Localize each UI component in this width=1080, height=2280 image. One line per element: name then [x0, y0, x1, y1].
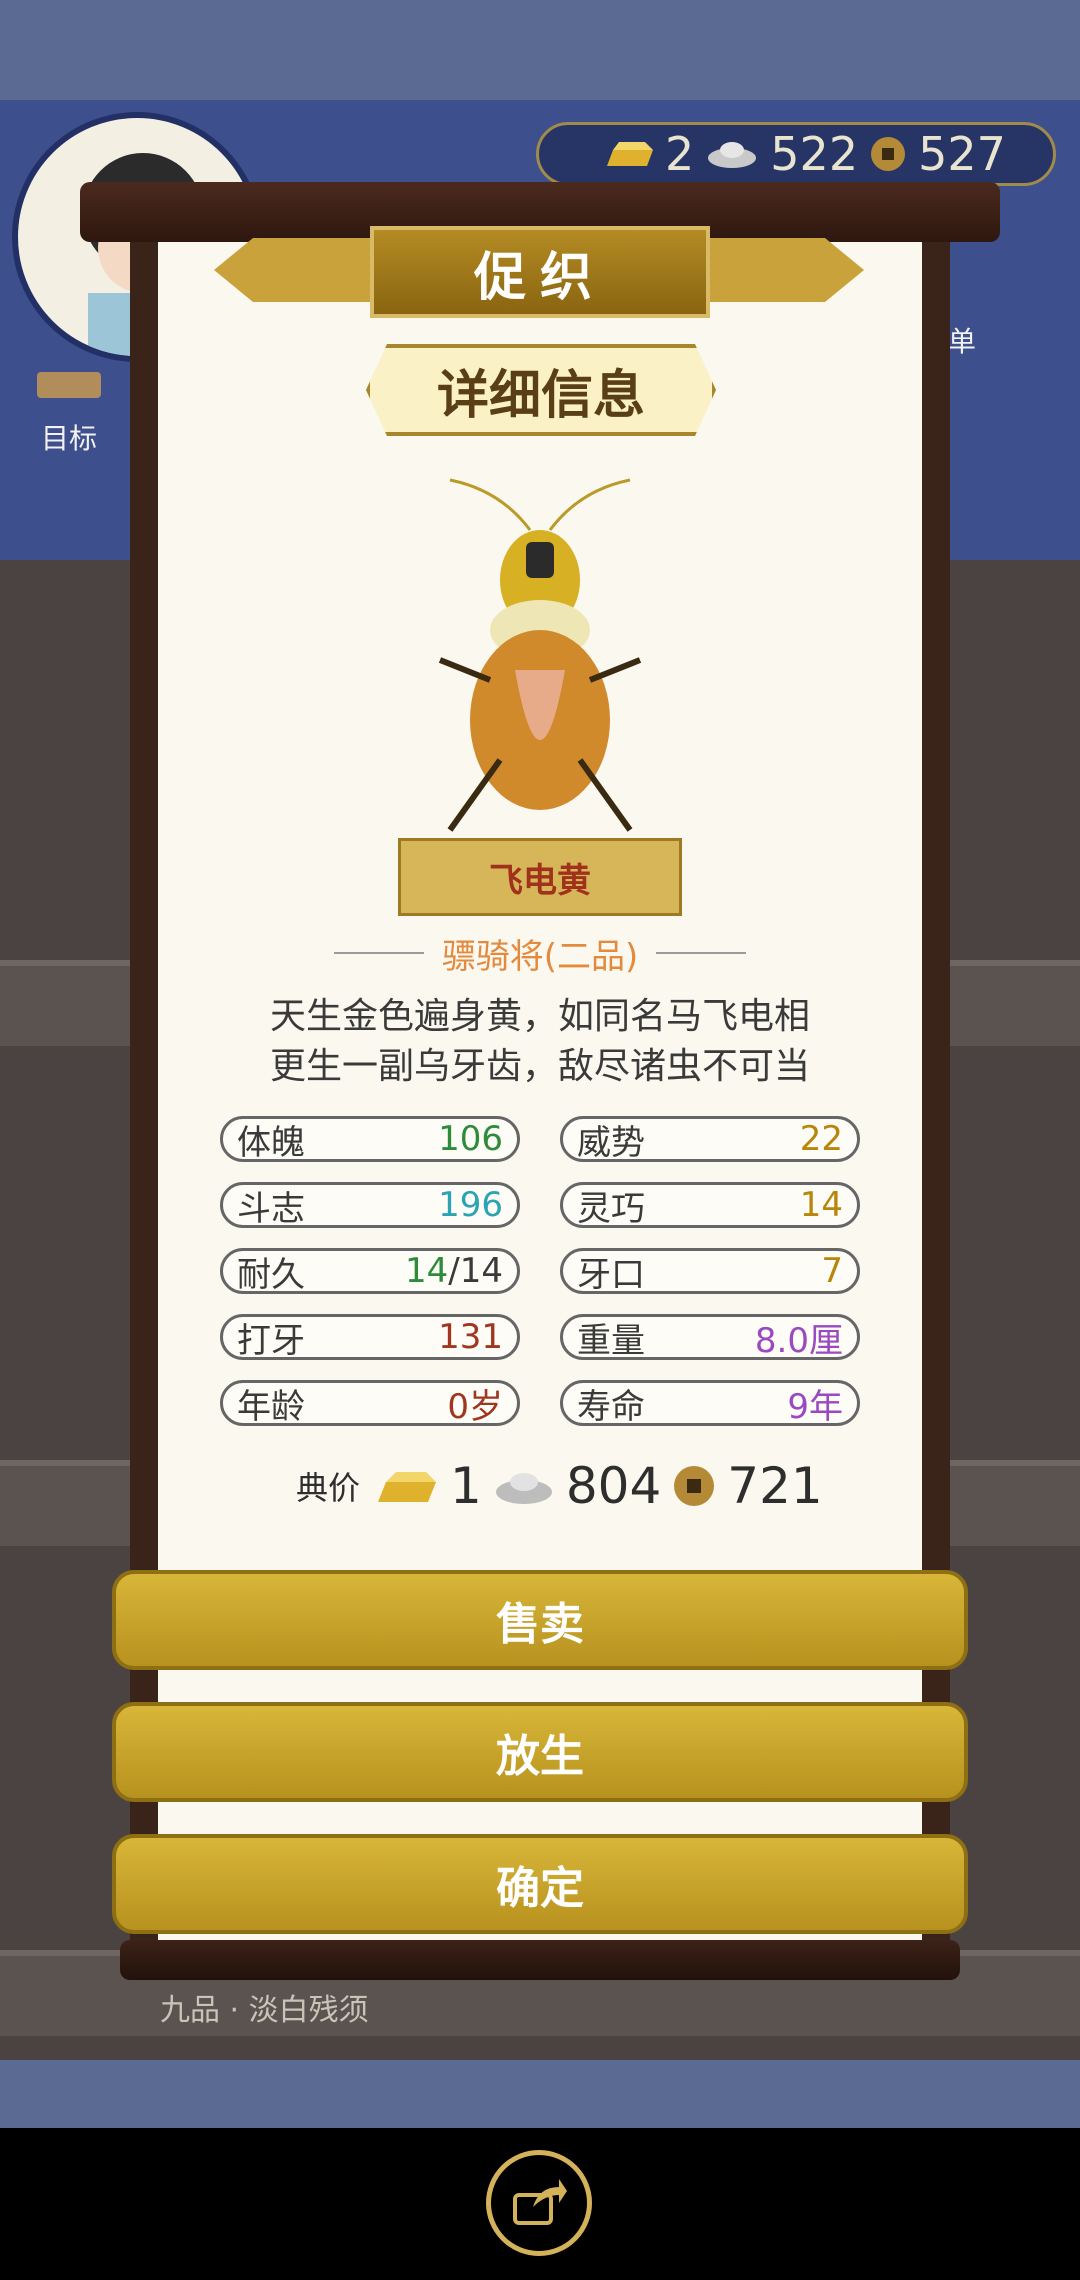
stat-label: 打牙	[237, 1320, 305, 1361]
stat-label: 寿命	[577, 1386, 645, 1427]
share-button[interactable]	[486, 2150, 592, 2256]
stat-label: 威势	[577, 1122, 645, 1163]
stat-weight: 重量 8.0厘	[560, 1314, 860, 1361]
cricket-name-plate: 飞电黄	[398, 838, 682, 916]
shelf-caption: 九品 · 淡白残须	[160, 1993, 369, 2028]
price-silver: 804	[565, 1457, 662, 1515]
gold-count: 2	[665, 127, 695, 181]
divider	[333, 952, 424, 954]
stat-spirit: 斗志 196	[220, 1182, 520, 1229]
gold-bar-icon	[378, 1472, 437, 1502]
coin-count: 527	[918, 127, 1006, 181]
sell-button[interactable]: 售卖	[112, 1570, 968, 1670]
stat-value: 131	[438, 1317, 503, 1357]
copper-coin-icon	[871, 137, 906, 171]
stat-value: 7	[821, 1251, 843, 1291]
stat-label: 灵巧	[577, 1188, 645, 1229]
price-row: 典价 1 804 721	[296, 1456, 823, 1516]
gold-bar-icon	[607, 142, 653, 166]
stat-value: 14/14	[405, 1251, 503, 1291]
stat-physique: 体魄 106	[220, 1116, 520, 1163]
stat-jaw: 牙口 7	[560, 1248, 860, 1295]
currency-bar: 2 522 527	[536, 122, 1056, 186]
goal-button[interactable]: 目标	[14, 360, 124, 460]
scroll-roller-bottom	[120, 1940, 960, 1980]
cricket-description: 天生金色遍身黄，如同名马飞电相 更生一副乌牙齿，敌尽诸虫不可当	[178, 992, 902, 1092]
stat-value: 196	[438, 1185, 503, 1225]
durability-max: /14	[448, 1251, 503, 1291]
stat-value: 14	[799, 1185, 843, 1225]
stat-value: 8.0厘	[754, 1320, 843, 1361]
scroll-icon	[37, 372, 101, 398]
stat-value: 0岁	[447, 1386, 503, 1427]
stat-age: 年龄 0岁	[220, 1380, 520, 1427]
scroll-post-left	[130, 242, 158, 1942]
silver-ingot-icon	[708, 142, 757, 168]
stat-label: 斗志	[237, 1188, 305, 1229]
price-coin: 721	[727, 1457, 823, 1515]
stat-lifespan: 寿命 9年	[560, 1380, 860, 1427]
stat-label: 耐久	[237, 1254, 305, 1295]
rank-label: 骠骑将(二品)	[441, 936, 639, 977]
stat-value: 9年	[787, 1386, 843, 1427]
status-bar	[0, 0, 1080, 100]
stat-bite: 打牙 131	[220, 1314, 520, 1361]
cricket-icon	[438, 478, 642, 832]
durability-current: 14	[405, 1251, 449, 1291]
rank-row: 骠骑将(二品)	[296, 926, 784, 980]
share-icon	[513, 2179, 567, 2225]
divider	[656, 952, 747, 954]
stat-value: 22	[799, 1119, 843, 1159]
scroll-post-right	[922, 242, 950, 1942]
stat-power: 威势 22	[560, 1116, 860, 1163]
stat-agility: 灵巧 14	[560, 1182, 860, 1229]
silver-count: 522	[770, 127, 859, 181]
section-title: 详细信息	[366, 344, 716, 436]
stat-label: 牙口	[577, 1254, 645, 1295]
stat-label: 重量	[577, 1320, 645, 1361]
description-line: 更生一副乌牙齿，敌尽诸虫不可当	[269, 1046, 810, 1087]
dialog-header-title: 促织	[370, 226, 710, 318]
stat-label: 体魄	[237, 1122, 305, 1163]
stat-label: 年龄	[237, 1386, 305, 1427]
price-label: 典价	[296, 1469, 361, 1507]
confirm-button[interactable]: 确定	[112, 1834, 968, 1934]
silver-ingot-icon	[495, 1473, 552, 1504]
stat-value: 106	[438, 1119, 503, 1159]
release-button[interactable]: 放生	[112, 1702, 968, 1802]
description-line: 天生金色遍身黄，如同名马飞电相	[269, 996, 810, 1037]
goal-label: 目标	[40, 422, 97, 455]
stat-durability: 耐久 14/14	[220, 1248, 520, 1295]
price-gold: 1	[450, 1457, 482, 1515]
copper-coin-icon	[674, 1466, 715, 1506]
